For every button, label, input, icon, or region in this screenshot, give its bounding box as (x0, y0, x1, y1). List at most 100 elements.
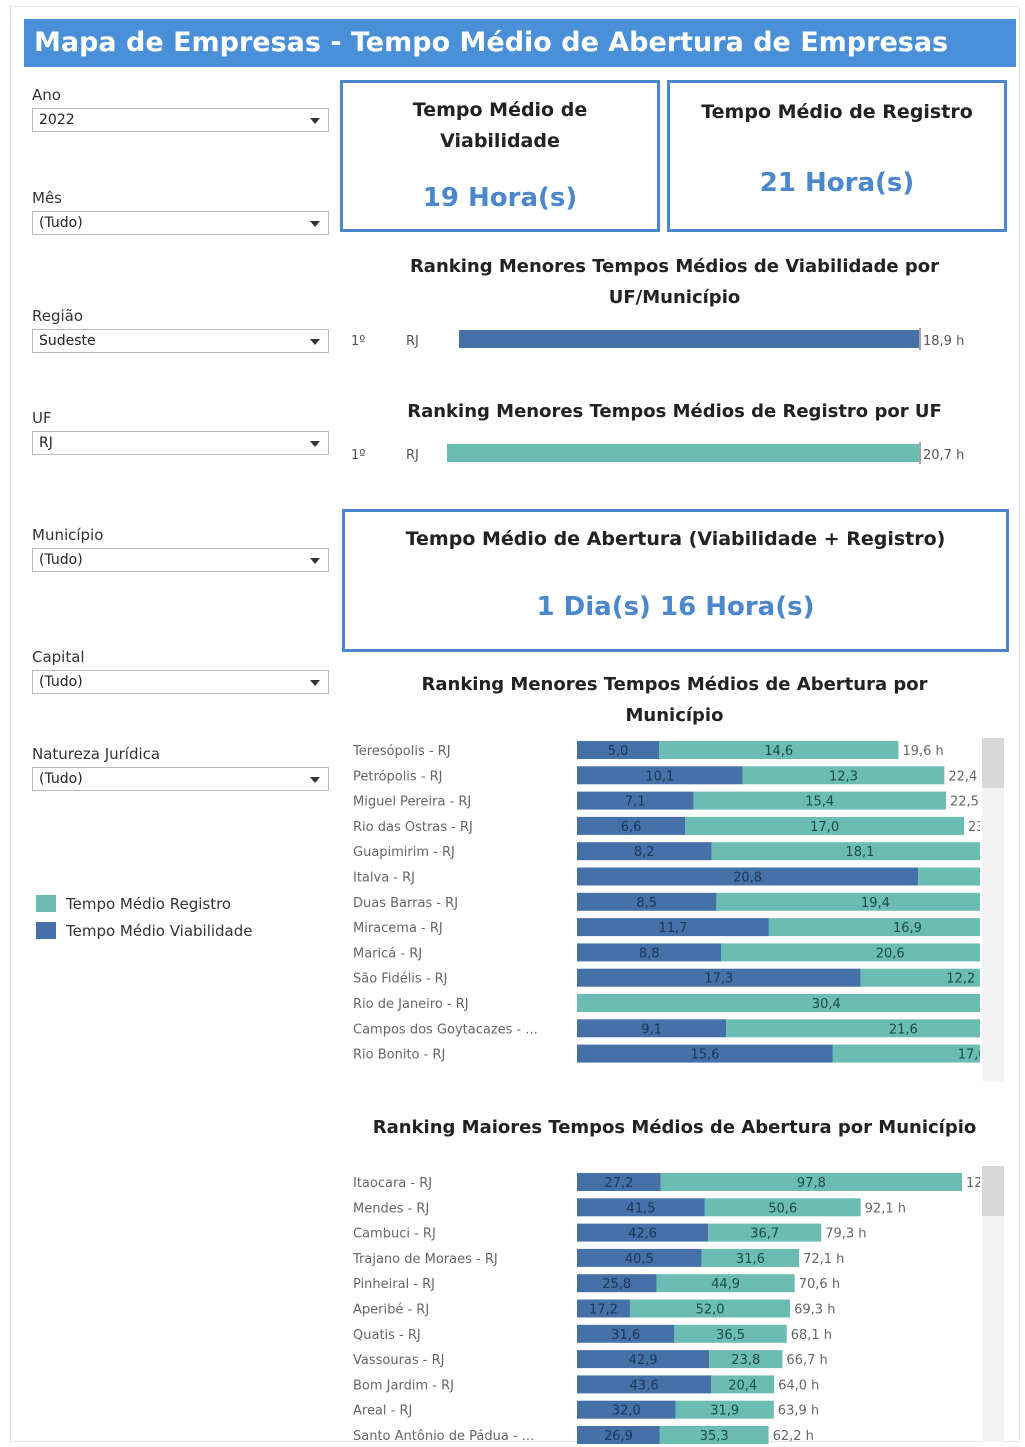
chart-maiores-viewport[interactable]: Itaocara - RJ 27,2 97,8 124,9 h Mendes - RJ 4… (345, 1168, 980, 1447)
bar-registro (577, 994, 980, 1012)
total-label: 62,2 h (773, 1429, 814, 1444)
segment-label-viabilidade: 10,1 (645, 769, 674, 784)
natureza-juridica-select[interactable]: (Tudo) (32, 767, 329, 791)
total-label: 22,5 h (950, 795, 980, 810)
chart-rank-viabilidade: 1º RJ 18,9 h (351, 328, 964, 350)
mes-select[interactable]: (Tudo) (32, 211, 329, 235)
bar-registro (726, 1019, 980, 1038)
legend-label: Tempo Médio Viabilidade (66, 921, 253, 940)
segment-label-viabilidade: 7,1 (625, 795, 646, 810)
filter-label: Ano (32, 86, 61, 104)
segment-label-registro: 20,6 (876, 946, 905, 961)
segment-label-viabilidade: 41,5 (626, 1201, 655, 1216)
section-title-line: UF/Município (608, 287, 741, 308)
segment-label-viabilidade: 26,9 (604, 1429, 633, 1444)
section-title-viabilidade: Ranking Menores Tempos Médios de Viabili… (342, 251, 1007, 313)
segment-label-registro: 15,4 (805, 795, 834, 810)
segment-label-viabilidade: 20,8 (733, 871, 762, 886)
category-label: RJ (406, 448, 419, 463)
kpi-title: Tempo Médio de (412, 99, 588, 121)
total-label: 66,7 h (786, 1353, 827, 1368)
select-value: (Tudo) (39, 552, 83, 568)
segment-label-viabilidade: 5,0 (608, 744, 629, 759)
regiao-select[interactable]: Sudeste (32, 329, 329, 353)
category-label: Guapimirim - RJ (353, 845, 455, 860)
segment-label-registro: 17,0 (958, 1048, 980, 1063)
kpi-value: 21 Hora(s) (759, 168, 915, 198)
segment-label-registro: 36,7 (750, 1227, 779, 1242)
bar-registro (918, 867, 980, 886)
select-value: RJ (39, 435, 53, 451)
filter-label: Região (32, 307, 84, 325)
scrollbar-thumb-menores[interactable] (982, 738, 1004, 788)
filter-natureza-juridica: Natureza Jurídica (Tudo) (32, 744, 329, 791)
category-label: Teresópolis - RJ (352, 744, 451, 759)
legend-item-viabilidade[interactable]: Tempo Médio Viabilidade (36, 917, 253, 944)
category-label: Petrópolis - RJ (353, 769, 443, 784)
segment-label-registro: 31,9 (710, 1404, 739, 1419)
total-label: 19,6 h (902, 744, 943, 759)
capital-select[interactable]: (Tudo) (32, 670, 329, 694)
segment-label-registro: 30,4 (812, 997, 841, 1012)
value-label: 20,7 h (923, 448, 964, 463)
kpi-registro-card: Tempo Médio de Registro 21 Hora(s) (667, 80, 1007, 232)
total-label: 124,9 h (966, 1176, 980, 1191)
segment-label-registro: 31,6 (736, 1252, 765, 1267)
filter-label: Município (32, 526, 104, 544)
dropdown-arrow-icon (310, 680, 320, 686)
filter-regiao: Região Sudeste (32, 306, 329, 353)
total-label: 68,1 h (791, 1328, 832, 1343)
segment-label-viabilidade: 8,8 (639, 946, 660, 961)
segment-label-viabilidade: 11,7 (658, 921, 687, 936)
segment-label-viabilidade: 40,5 (625, 1252, 654, 1267)
filter-municipio: Município (Tudo) (32, 525, 329, 572)
dropdown-arrow-icon (310, 221, 320, 227)
category-label: Campos dos Goytacazes - ... (353, 1022, 538, 1037)
category-label: Miracema - RJ (353, 921, 443, 936)
scrollbar-menores[interactable] (982, 738, 1004, 1081)
category-label: Areal - RJ (353, 1404, 412, 1419)
total-label: 79,3 h (825, 1227, 866, 1242)
segment-label-registro: 12,3 (829, 769, 858, 784)
uf-select[interactable]: RJ (32, 431, 329, 455)
segment-label-viabilidade: 42,6 (628, 1227, 657, 1242)
segment-label-registro: 18,1 (845, 845, 874, 860)
section-title-line: Município (625, 705, 724, 726)
segment-label-registro: 44,9 (711, 1277, 740, 1292)
select-value: 2022 (39, 112, 75, 128)
municipio-select[interactable]: (Tudo) (32, 548, 329, 572)
segment-label-viabilidade: 32,0 (612, 1404, 641, 1419)
filter-label: UF (32, 409, 52, 427)
segment-label-viabilidade: 42,9 (629, 1353, 658, 1368)
select-value: Sudeste (39, 333, 96, 349)
legend-item-registro[interactable]: Tempo Médio Registro (36, 890, 253, 917)
category-label: Vassouras - RJ (353, 1353, 445, 1368)
segment-label-registro: 50,6 (768, 1201, 797, 1216)
scrollbar-thumb-maiores[interactable] (982, 1166, 1004, 1216)
category-label: Trajano de Moraes - RJ (352, 1252, 498, 1267)
category-label: Rio Bonito - RJ (353, 1048, 445, 1063)
dropdown-arrow-icon (310, 558, 320, 564)
filter-uf: UF RJ (32, 408, 329, 455)
section-title-line: Ranking Menores Tempos Médios de Abertur… (421, 674, 928, 695)
select-value: (Tudo) (39, 771, 83, 787)
total-label: 69,3 h (794, 1303, 835, 1318)
chart-menores-viewport[interactable]: Teresópolis - RJ 5,0 14,6 19,6 h Petrópolis … (345, 738, 980, 1081)
category-label: Rio de Janeiro - RJ (353, 997, 469, 1012)
category-label: Mendes - RJ (353, 1201, 429, 1216)
kpi-title: Tempo Médio de Registro (701, 101, 973, 123)
ano-select[interactable]: 2022 (32, 108, 329, 132)
segment-label-viabilidade: 15,6 (690, 1048, 719, 1063)
dashboard-title: Mapa de Empresas - Tempo Médio de Abertu… (24, 19, 1016, 67)
segment-label-registro: 12,2 (946, 972, 975, 987)
bar (447, 444, 919, 462)
kpi-abertura-card: Tempo Médio de Abertura (Viabilidade + R… (342, 509, 1009, 652)
legend: Tempo Médio Registro Tempo Médio Viabili… (36, 890, 253, 944)
category-label: Cambuci - RJ (353, 1227, 436, 1242)
dropdown-arrow-icon (310, 339, 320, 345)
category-label: Italva - RJ (353, 871, 415, 886)
category-label: Rio das Ostras - RJ (353, 820, 473, 835)
filter-label: Capital (32, 648, 85, 666)
total-label: 72,1 h (803, 1252, 844, 1267)
segment-label-registro: 52,0 (696, 1303, 725, 1318)
